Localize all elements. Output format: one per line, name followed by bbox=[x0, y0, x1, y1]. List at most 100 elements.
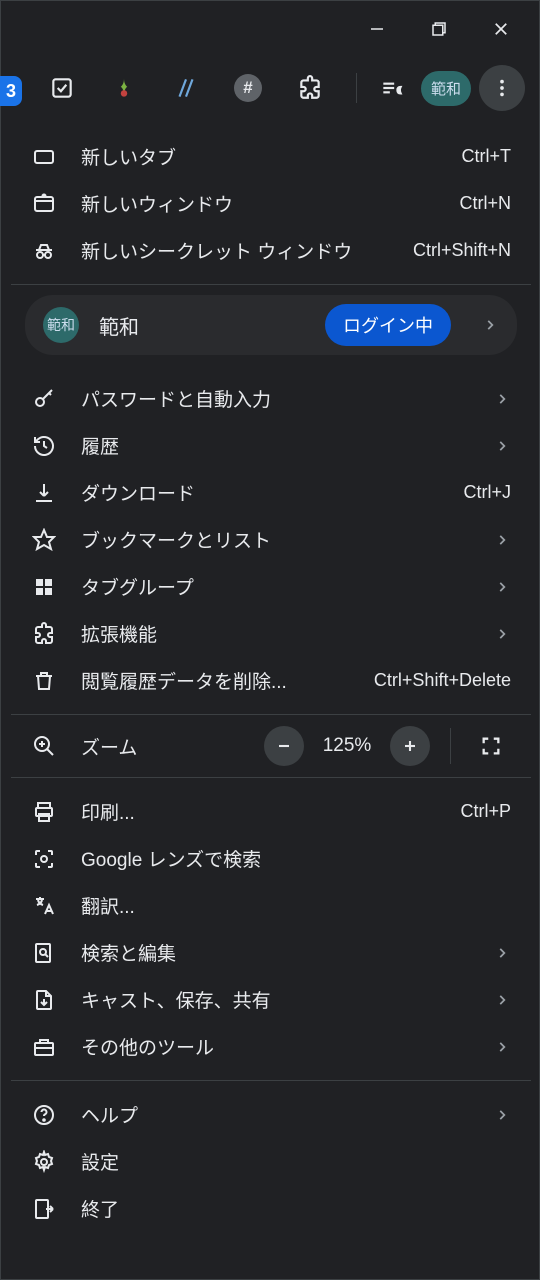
menu-label: 新しいタブ bbox=[81, 143, 438, 170]
menu-google-lens[interactable]: Google レンズで検索 bbox=[11, 835, 531, 882]
zoom-out-button[interactable] bbox=[264, 726, 304, 766]
menu-settings[interactable]: 設定 bbox=[11, 1138, 531, 1185]
menu-shortcut: Ctrl+N bbox=[459, 193, 511, 214]
tab-count-badge[interactable]: 3 bbox=[0, 76, 22, 106]
toolbar-separator bbox=[356, 73, 357, 103]
menu-label: ダウンロード bbox=[81, 479, 439, 506]
menu-shortcut: Ctrl+P bbox=[460, 801, 511, 822]
fullscreen-button[interactable] bbox=[471, 726, 511, 766]
minimize-button[interactable] bbox=[367, 19, 387, 39]
menu-label: 設定 bbox=[81, 1148, 511, 1175]
chevron-right-icon bbox=[493, 392, 511, 406]
menu-label: 翻訳... bbox=[81, 892, 511, 919]
login-status-badge: ログイン中 bbox=[325, 304, 451, 346]
zoom-label: ズーム bbox=[81, 733, 240, 760]
chevron-right-icon bbox=[493, 439, 511, 453]
menu-bookmarks[interactable]: ブックマークとリスト bbox=[11, 516, 531, 563]
find-icon bbox=[31, 940, 57, 966]
chevron-right-icon bbox=[493, 1108, 511, 1122]
gear-icon bbox=[31, 1149, 57, 1175]
menu-downloads[interactable]: ダウンロード Ctrl+J bbox=[11, 469, 531, 516]
menu-new-tab[interactable]: 新しいタブ Ctrl+T bbox=[11, 133, 531, 180]
toolbox-icon bbox=[31, 1034, 57, 1060]
zoom-in-button[interactable] bbox=[390, 726, 430, 766]
main-menu: 新しいタブ Ctrl+T 新しいウィンドウ Ctrl+N 新しいシークレット ウ… bbox=[11, 123, 531, 1242]
menu-clear-browsing-data[interactable]: 閲覧履歴データを削除... Ctrl+Shift+Delete bbox=[11, 657, 531, 704]
media-control-icon[interactable] bbox=[371, 67, 413, 109]
menu-label: Google レンズで検索 bbox=[81, 845, 511, 872]
tab-icon bbox=[31, 144, 57, 170]
window-icon bbox=[31, 191, 57, 217]
menu-label: 閲覧履歴データを削除... bbox=[81, 667, 350, 694]
puzzle-icon bbox=[31, 621, 57, 647]
menu-shortcut: Ctrl+Shift+N bbox=[413, 240, 511, 261]
avatar: 範和 bbox=[43, 307, 79, 343]
menu-help[interactable]: ヘルプ bbox=[11, 1091, 531, 1138]
chevron-right-icon bbox=[493, 627, 511, 641]
help-icon bbox=[31, 1102, 57, 1128]
chevron-right-icon bbox=[493, 580, 511, 594]
menu-label: 新しいシークレット ウィンドウ bbox=[81, 237, 389, 264]
close-button[interactable] bbox=[491, 19, 511, 39]
menu-label: 検索と編集 bbox=[81, 939, 469, 966]
menu-more-tools[interactable]: その他のツール bbox=[11, 1023, 531, 1070]
menu-label: 終了 bbox=[81, 1195, 511, 1222]
menu-find-edit[interactable]: 検索と編集 bbox=[11, 929, 531, 976]
grid-icon bbox=[31, 574, 57, 600]
divider bbox=[11, 284, 531, 285]
menu-label: その他のツール bbox=[81, 1033, 469, 1060]
menu-passwords[interactable]: パスワードと自動入力 bbox=[11, 375, 531, 422]
maximize-button[interactable] bbox=[429, 19, 449, 39]
menu-label: パスワードと自動入力 bbox=[81, 385, 469, 412]
menu-label: キャスト、保存、共有 bbox=[81, 986, 469, 1013]
key-icon bbox=[31, 386, 57, 412]
lens-icon bbox=[31, 846, 57, 872]
chevron-right-icon bbox=[493, 1040, 511, 1054]
extensions-puzzle-icon[interactable] bbox=[289, 67, 331, 109]
chevron-right-icon bbox=[493, 946, 511, 960]
profile-chip[interactable]: 範和 bbox=[421, 71, 471, 106]
menu-translate[interactable]: 翻訳... bbox=[11, 882, 531, 929]
menu-extensions[interactable]: 拡張機能 bbox=[11, 610, 531, 657]
menu-shortcut: Ctrl+Shift+Delete bbox=[374, 670, 511, 691]
menu-history[interactable]: 履歴 bbox=[11, 422, 531, 469]
menu-shortcut: Ctrl+J bbox=[463, 482, 511, 503]
incognito-icon bbox=[31, 238, 57, 264]
more-menu-button[interactable] bbox=[479, 65, 525, 111]
menu-label: 新しいウィンドウ bbox=[81, 190, 435, 217]
chevron-right-icon bbox=[481, 318, 499, 332]
menu-label: ブックマークとリスト bbox=[81, 526, 469, 553]
extension-4-icon[interactable]: # bbox=[227, 67, 269, 109]
chevron-right-icon bbox=[493, 533, 511, 547]
menu-shortcut: Ctrl+T bbox=[462, 146, 512, 167]
zoom-icon bbox=[31, 733, 57, 759]
exit-icon bbox=[31, 1196, 57, 1222]
menu-zoom: ズーム 125% bbox=[11, 715, 531, 777]
menu-new-incognito[interactable]: 新しいシークレット ウィンドウ Ctrl+Shift+N bbox=[11, 227, 531, 274]
menu-tab-groups[interactable]: タブグループ bbox=[11, 563, 531, 610]
menu-label: ヘルプ bbox=[81, 1101, 469, 1128]
separator bbox=[450, 728, 451, 764]
zoom-percent: 125% bbox=[314, 735, 380, 757]
star-icon bbox=[31, 527, 57, 553]
file-icon bbox=[31, 987, 57, 1013]
menu-label: 拡張機能 bbox=[81, 620, 469, 647]
menu-account-row[interactable]: 範和 範和 ログイン中 bbox=[25, 295, 517, 355]
download-icon bbox=[31, 480, 57, 506]
extension-1-icon[interactable] bbox=[41, 67, 83, 109]
account-name: 範和 bbox=[99, 311, 305, 340]
trash-icon bbox=[31, 668, 57, 694]
menu-label: 印刷... bbox=[81, 798, 436, 825]
menu-print[interactable]: 印刷... Ctrl+P bbox=[11, 788, 531, 835]
extension-2-icon[interactable] bbox=[103, 67, 145, 109]
browser-toolbar: # 範和 bbox=[1, 57, 539, 119]
history-icon bbox=[31, 433, 57, 459]
menu-label: 履歴 bbox=[81, 432, 469, 459]
print-icon bbox=[31, 799, 57, 825]
menu-exit[interactable]: 終了 bbox=[11, 1185, 531, 1232]
menu-cast-save-share[interactable]: キャスト、保存、共有 bbox=[11, 976, 531, 1023]
translate-icon bbox=[31, 893, 57, 919]
menu-new-window[interactable]: 新しいウィンドウ Ctrl+N bbox=[11, 180, 531, 227]
window-controls bbox=[1, 1, 539, 57]
extension-3-icon[interactable] bbox=[165, 67, 207, 109]
